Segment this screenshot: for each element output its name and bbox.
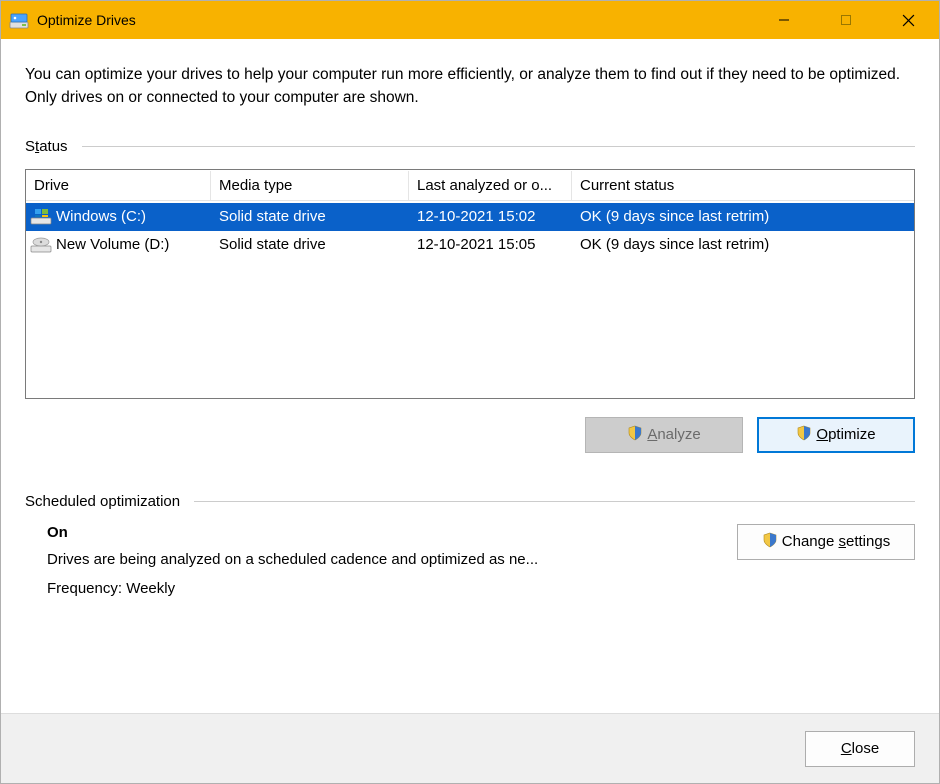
scheduled-info: On Drives are being analyzed on a schedu… xyxy=(25,524,713,609)
status-section-label: Status xyxy=(25,138,915,155)
close-button[interactable] xyxy=(877,1,939,39)
content-area: You can optimize your drives to help you… xyxy=(1,39,939,713)
table-row[interactable]: New Volume (D:) Solid state drive12-10-20… xyxy=(26,231,914,259)
window-control-buttons xyxy=(753,1,939,39)
shield-icon xyxy=(796,425,812,445)
grid-header: Drive Media type Last analyzed or o... C… xyxy=(26,170,914,203)
column-header-drive[interactable]: Drive xyxy=(26,171,211,201)
scheduled-frequency: Frequency: Weekly xyxy=(47,580,713,597)
cell-last-analyzed: 12-10-2021 15:02 xyxy=(409,206,572,227)
cell-last-analyzed: 12-10-2021 15:05 xyxy=(409,234,572,255)
drive-actions: Analyze Optimize xyxy=(25,417,915,453)
column-header-last[interactable]: Last analyzed or o... xyxy=(409,171,572,201)
optimize-drives-window: Optimize Drives You can optimize your dr… xyxy=(0,0,940,784)
drive-name: Windows (C:) xyxy=(56,208,146,225)
optimize-button[interactable]: Optimize xyxy=(757,417,915,453)
column-header-status[interactable]: Current status xyxy=(572,171,914,201)
dialog-footer: Close xyxy=(1,713,939,783)
divider xyxy=(82,146,915,147)
maximize-button[interactable] xyxy=(815,1,877,39)
cell-status: OK (9 days since last retrim) xyxy=(572,234,914,255)
scheduled-section-label: Scheduled optimization xyxy=(25,493,915,510)
analyze-button: Analyze xyxy=(585,417,743,453)
shield-icon xyxy=(762,532,778,552)
minimize-button[interactable] xyxy=(753,1,815,39)
change-settings-button[interactable]: Change settings xyxy=(737,524,915,560)
drive-name: New Volume (D:) xyxy=(56,236,169,253)
cell-status: OK (9 days since last retrim) xyxy=(572,206,914,227)
scheduled-actions: Change settings xyxy=(737,524,915,609)
divider xyxy=(194,501,915,502)
cell-media: Solid state drive xyxy=(211,206,409,227)
titlebar: Optimize Drives xyxy=(1,1,939,39)
cell-drive: Windows (C:) xyxy=(26,206,211,228)
shield-icon xyxy=(627,425,643,445)
scheduled-optimization-panel: On Drives are being analyzed on a schedu… xyxy=(25,524,915,609)
window-title: Optimize Drives xyxy=(37,12,136,28)
app-icon xyxy=(9,10,29,30)
scheduled-description: Drives are being analyzed on a scheduled… xyxy=(47,551,713,568)
cell-drive: New Volume (D:) xyxy=(26,234,211,256)
drive-icon xyxy=(30,236,52,254)
cell-media: Solid state drive xyxy=(211,234,409,255)
table-row[interactable]: Windows (C:) Solid state drive12-10-2021 … xyxy=(26,203,914,231)
scheduled-state: On xyxy=(47,524,713,541)
column-header-media[interactable]: Media type xyxy=(211,171,409,201)
close-dialog-button[interactable]: Close xyxy=(805,731,915,767)
windows-drive-icon xyxy=(30,208,52,226)
drives-grid[interactable]: Drive Media type Last analyzed or o... C… xyxy=(25,169,915,399)
intro-text: You can optimize your drives to help you… xyxy=(25,63,915,110)
